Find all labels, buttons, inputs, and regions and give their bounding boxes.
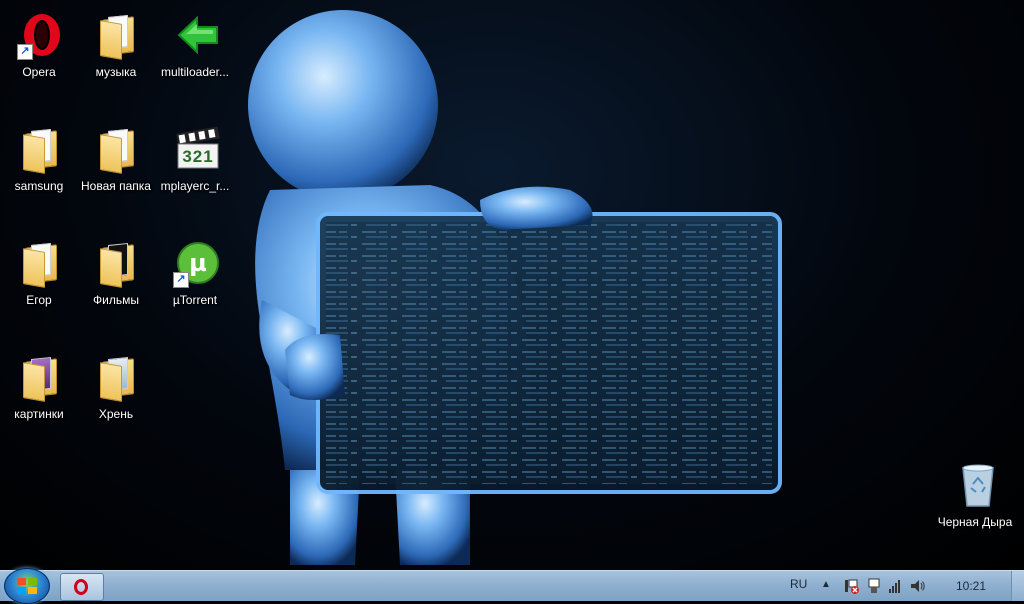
green-arrow-icon — [175, 12, 221, 60]
windows-logo-icon — [17, 578, 37, 594]
folder-icon — [19, 240, 65, 288]
desktop-icon-multiloader[interactable]: multiloader... — [156, 6, 234, 106]
show-hidden-icons-button[interactable]: ▲ — [821, 579, 831, 590]
taskbar: RU ▲ 10:21 — [0, 568, 1024, 604]
signal-icon[interactable] — [888, 578, 904, 594]
desktop-icon-label: mplayerc_r... — [160, 179, 230, 193]
desktop-icon-label: Новая папка — [81, 179, 151, 193]
desktop-icon-kartinki[interactable]: картинки — [0, 348, 78, 448]
desktop-icon-label: µTorrent — [172, 293, 218, 307]
media-player-badge: 321 — [182, 147, 214, 166]
volume-icon[interactable] — [910, 578, 926, 594]
show-desktop-button[interactable] — [1011, 571, 1024, 601]
desktop-icon-hren[interactable]: Хрень — [77, 348, 155, 448]
language-indicator[interactable]: RU — [790, 577, 807, 591]
utorrent-icon: µ ↗ — [173, 240, 221, 288]
desktop-icon-novaya-papka[interactable]: Новая папка — [77, 120, 155, 220]
desktop-icon-label: Черная Дыра — [937, 515, 1013, 529]
opera-icon: ↗ — [17, 12, 65, 60]
desktop-icon-label: multiloader... — [160, 65, 230, 79]
opera-icon — [74, 579, 88, 595]
desktop-icon-label: музыка — [95, 65, 137, 79]
recycle-bin-icon — [955, 462, 1001, 510]
desktop-icon-utorrent[interactable]: µ ↗ µTorrent — [156, 234, 234, 334]
desktop-icon-label: Хрень — [98, 407, 134, 421]
desktop-icon-samsung[interactable]: samsung — [0, 120, 78, 220]
desktop-icon-recycle-bin[interactable]: Черная Дыра — [936, 456, 1014, 556]
usb-icon[interactable] — [866, 578, 882, 594]
folder-icon — [19, 126, 65, 174]
shortcut-arrow-icon: ↗ — [173, 272, 189, 288]
network-error-icon[interactable] — [844, 578, 860, 594]
svg-text:µ: µ — [189, 249, 207, 277]
folder-icon — [96, 126, 142, 174]
shortcut-arrow-icon: ↗ — [17, 44, 33, 60]
desktop-icon-label: Фильмы — [93, 293, 139, 307]
taskbar-item-opera[interactable] — [60, 573, 104, 601]
desktop-icon-opera[interactable]: ↗ Opera — [0, 6, 78, 106]
start-button[interactable] — [4, 568, 50, 604]
system-tray: RU ▲ 10:21 — [784, 571, 1024, 601]
media-player-icon: 321 — [175, 126, 221, 174]
folder-icon — [96, 354, 142, 402]
desktop-icon-mplayerc[interactable]: 321 mplayerc_r... — [156, 120, 234, 220]
folder-icon — [96, 240, 142, 288]
clock[interactable]: 10:21 — [956, 579, 986, 593]
desktop-icon-muzyka[interactable]: музыка — [77, 6, 155, 106]
folder-icon — [19, 354, 65, 402]
desktop-icon-filmy[interactable]: Фильмы — [77, 234, 155, 334]
desktop-icon-egor[interactable]: Егор — [0, 234, 78, 334]
folder-icon — [96, 12, 142, 60]
